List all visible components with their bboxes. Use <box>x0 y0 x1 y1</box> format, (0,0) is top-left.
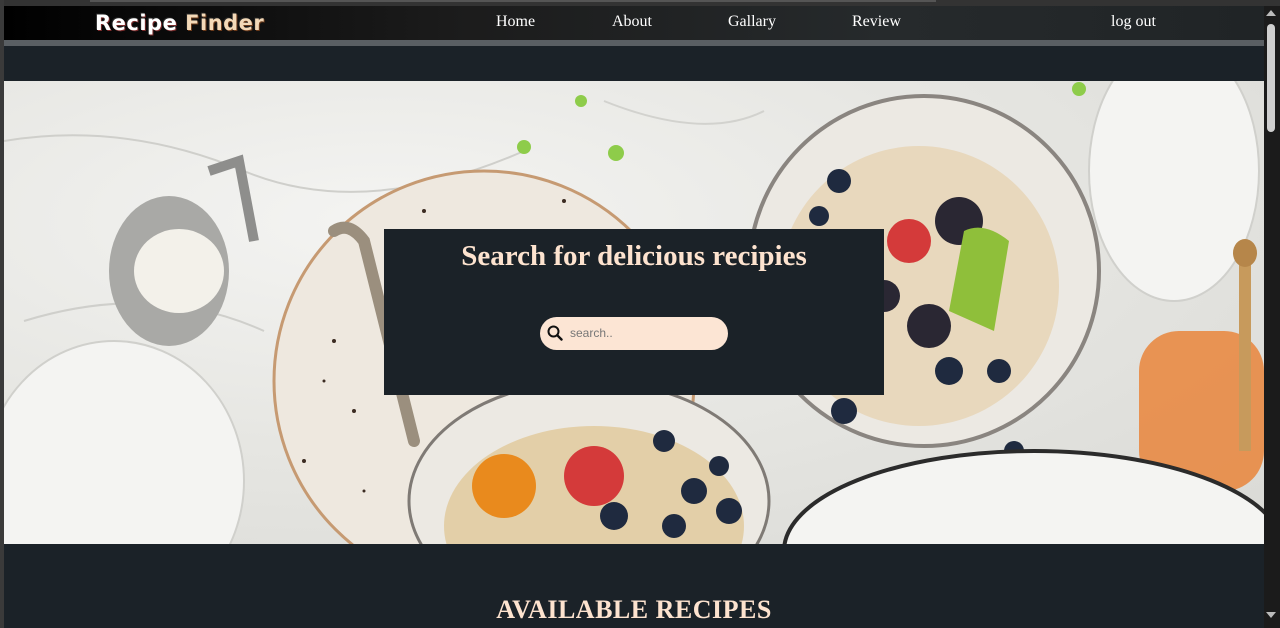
nav-link-gallary[interactable]: Gallary <box>728 12 776 32</box>
scroll-down-arrow-icon[interactable] <box>1266 612 1276 618</box>
brand-word-1: Recipe <box>95 11 178 35</box>
search-heading: Search for delicious recipies <box>461 240 807 272</box>
browser-viewport: Recipe Finder Home About Gallary Review … <box>0 0 1280 628</box>
nav-link-home[interactable]: Home <box>496 12 535 32</box>
nav-link-review[interactable]: Review <box>852 12 901 32</box>
scrollbar-thumb[interactable] <box>1267 24 1275 132</box>
logout-link[interactable]: log out <box>1111 12 1156 32</box>
search-icon[interactable] <box>547 325 563 341</box>
search-input[interactable] <box>570 322 720 344</box>
navbar-divider <box>4 40 1264 46</box>
tab-edge <box>90 0 936 2</box>
brand-word-2: Finder <box>185 11 265 35</box>
brand-logo[interactable]: Recipe Finder <box>95 10 264 36</box>
nav-link-about[interactable]: About <box>612 12 652 32</box>
scroll-up-arrow-icon[interactable] <box>1266 10 1276 16</box>
available-recipes-heading: AVAILABLE RECIPES <box>496 595 772 624</box>
